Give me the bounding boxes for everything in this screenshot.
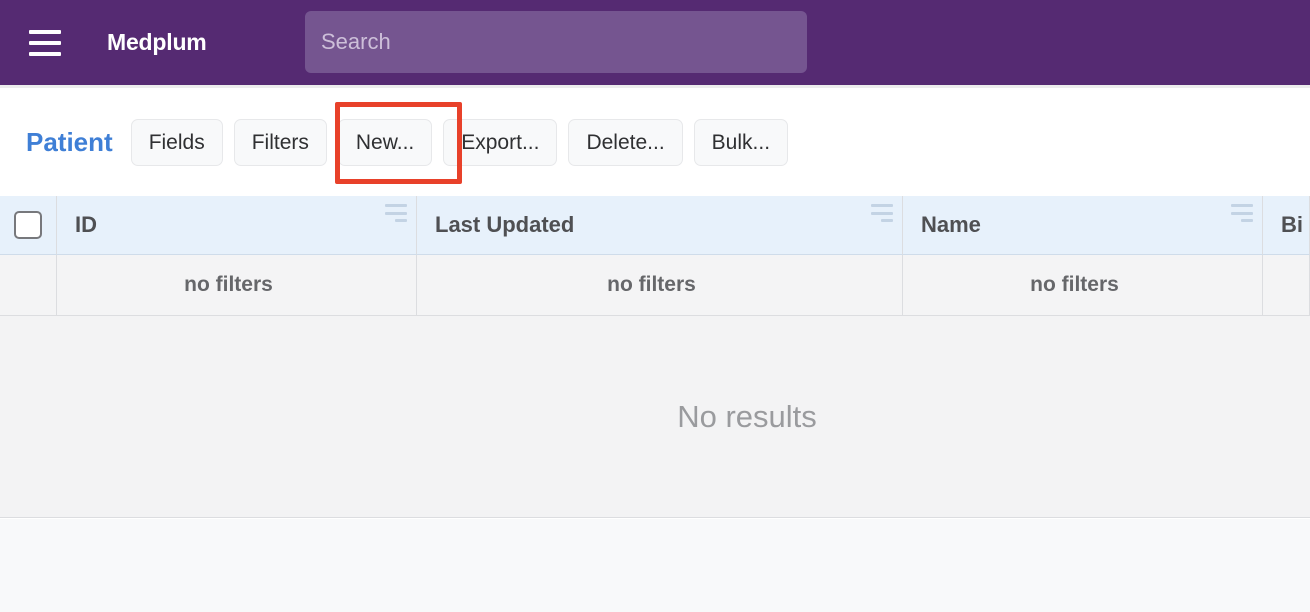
delete-button[interactable]: Delete...: [568, 119, 682, 166]
column-header-label: Last Updated: [435, 212, 574, 238]
column-header-label: Name: [921, 212, 981, 238]
fields-button[interactable]: Fields: [131, 119, 223, 166]
filters-button[interactable]: Filters: [234, 119, 327, 166]
column-header-label: Bi: [1281, 212, 1303, 238]
export-button[interactable]: Export...: [443, 119, 557, 166]
filter-cell-name[interactable]: no filters: [903, 255, 1263, 316]
filter-cell-last-updated[interactable]: no filters: [417, 255, 903, 316]
filter-cell-id[interactable]: no filters: [57, 255, 417, 316]
column-header-birth-date[interactable]: Bi: [1263, 196, 1310, 255]
select-all-cell[interactable]: [0, 196, 57, 255]
search-box[interactable]: [305, 11, 807, 73]
sort-adjust-icon[interactable]: [385, 204, 407, 222]
top-header-bar: Medplum: [0, 0, 1310, 85]
no-filters-label: no filters: [903, 273, 1262, 297]
column-header-last-updated[interactable]: Last Updated: [417, 196, 903, 255]
bulk-button[interactable]: Bulk...: [694, 119, 788, 166]
search-input[interactable]: [305, 11, 807, 73]
sort-adjust-icon[interactable]: [871, 204, 893, 222]
hamburger-bar: [29, 52, 61, 56]
search-results-table: ID Last Updated Name Bi no filters no fi…: [0, 196, 1310, 316]
table-filter-row: no filters no filters no filters: [0, 255, 1310, 316]
no-results-message: No results: [677, 399, 817, 435]
no-filters-label: no filters: [417, 273, 902, 297]
brand-logo-text[interactable]: Medplum: [107, 29, 207, 56]
resource-toolbar: Patient Fields Filters New... Export... …: [0, 88, 1310, 196]
column-header-name[interactable]: Name: [903, 196, 1263, 255]
page-title: Patient: [26, 127, 113, 158]
column-header-id[interactable]: ID: [57, 196, 417, 255]
table-header-row: ID Last Updated Name Bi: [0, 196, 1310, 255]
hamburger-bar: [29, 30, 61, 34]
hamburger-bar: [29, 41, 61, 45]
table-empty-body: No results: [0, 316, 1310, 518]
select-all-checkbox[interactable]: [14, 211, 42, 239]
app-root: Medplum Patient Fields Filters New... Ex…: [0, 0, 1310, 612]
sort-adjust-icon[interactable]: [1231, 204, 1253, 222]
new-button[interactable]: New...: [338, 119, 432, 166]
filter-cell-select: [0, 255, 57, 316]
hamburger-menu-icon[interactable]: [29, 30, 61, 56]
filter-cell-birth-date[interactable]: [1263, 255, 1310, 316]
toolbar-button-group: Fields Filters New... Export... Delete..…: [131, 119, 788, 166]
page-footer-area: [0, 519, 1310, 612]
column-header-label: ID: [75, 212, 97, 238]
no-filters-label: no filters: [57, 273, 416, 297]
